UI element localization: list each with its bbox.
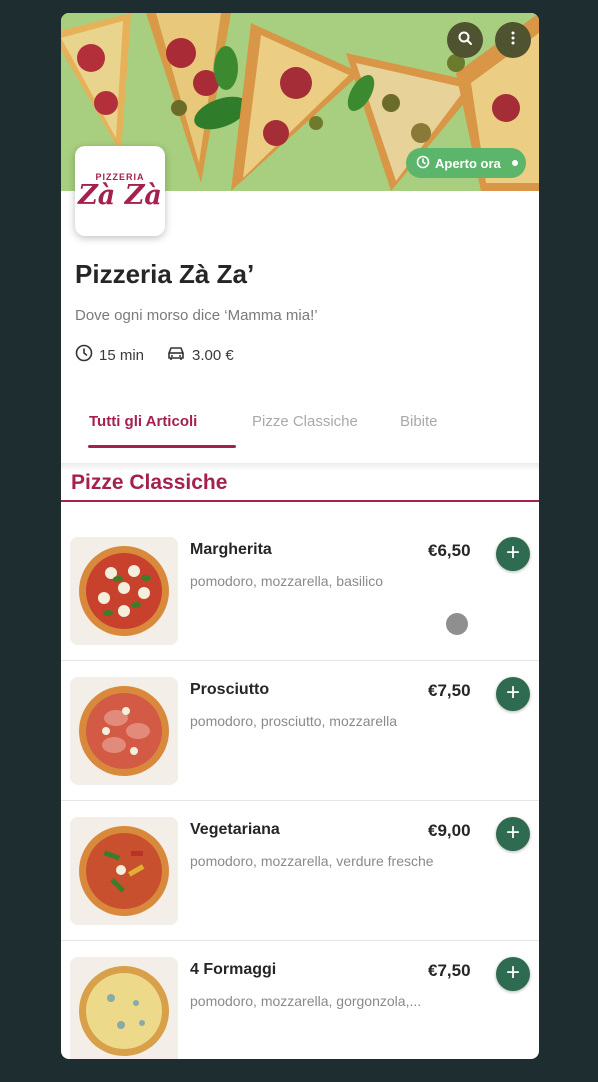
- item-price: €7,50: [428, 681, 471, 700]
- clock-icon: [416, 155, 430, 172]
- add-to-cart-button[interactable]: +: [496, 537, 530, 571]
- plus-icon: +: [505, 959, 520, 986]
- item-price: €6,50: [428, 541, 471, 560]
- item-name: 4 Formaggi: [190, 961, 277, 978]
- plus-icon: +: [505, 679, 520, 706]
- status-dot: [511, 160, 518, 166]
- tab-drinks[interactable]: Bibite: [400, 413, 438, 430]
- category-tabs: Tutti gli Articoli Pizze Classiche Bibit…: [61, 405, 539, 449]
- item-name: Vegetariana: [190, 821, 280, 838]
- pizza-image: [70, 817, 178, 925]
- restaurant-name: Pizzeria Zà Za’: [75, 259, 255, 289]
- status-badge: Aperto ora: [406, 148, 526, 178]
- active-tab-indicator: [88, 445, 236, 448]
- status-badge-label: Aperto ora: [435, 155, 501, 171]
- search-icon: [457, 30, 473, 51]
- touch-indicator: [446, 613, 468, 635]
- item-price: €9,00: [428, 821, 471, 840]
- more-vertical-icon: [505, 30, 521, 51]
- search-button[interactable]: [447, 22, 483, 58]
- delivery-fee: 3.00 €: [192, 346, 234, 364]
- menu-item[interactable]: 4 Formaggi pomodoro, mozzarella, gorgonz…: [61, 941, 539, 1059]
- pizza-image: [70, 537, 178, 645]
- item-name: Margherita: [190, 541, 272, 558]
- item-description: pomodoro, mozzarella, gorgonzola,...: [190, 993, 422, 1009]
- menu-item[interactable]: Vegetariana pomodoro, mozzarella, verdur…: [61, 801, 539, 941]
- plus-icon: +: [505, 819, 520, 846]
- tab-all-items[interactable]: Tutti gli Articoli: [89, 413, 197, 430]
- delivery-info: 15 min 3.00 €: [75, 344, 234, 366]
- plus-icon: +: [505, 539, 520, 566]
- menu-item[interactable]: Margherita pomodoro, mozzarella, basilic…: [61, 521, 539, 661]
- menu-item[interactable]: Prosciutto pomodoro, prosciutto, mozzare…: [61, 661, 539, 801]
- logo-line2: Zà Zà: [78, 180, 162, 211]
- delivery-time: 15 min: [99, 346, 145, 364]
- divider: [61, 463, 539, 471]
- pizza-image: [70, 677, 178, 785]
- more-options-button[interactable]: [495, 22, 531, 58]
- item-name: Prosciutto: [190, 681, 270, 698]
- add-to-cart-button[interactable]: +: [496, 957, 530, 991]
- tab-classic-pizzas[interactable]: Pizze Classiche: [252, 413, 358, 430]
- app-screen: Aperto ora PIZZERIA Zà Zà Pizzeria Zà Za…: [61, 13, 539, 1059]
- item-price: €7,50: [428, 961, 471, 980]
- item-description: pomodoro, prosciutto, mozzarella: [190, 713, 397, 729]
- item-description: pomodoro, mozzarella, basilico: [190, 573, 383, 589]
- clock-icon: [75, 344, 93, 366]
- section-divider: [61, 500, 539, 502]
- add-to-cart-button[interactable]: +: [496, 677, 530, 711]
- restaurant-logo: PIZZERIA Zà Zà: [75, 146, 165, 236]
- item-description: pomodoro, mozzarella, verdure fresche: [190, 853, 434, 869]
- section-title: Pizze Classiche: [71, 471, 228, 494]
- restaurant-tagline: Dove ogni morso dice ‘Mamma mia!’: [75, 307, 318, 324]
- delivery-car-icon: [166, 344, 186, 366]
- add-to-cart-button[interactable]: +: [496, 817, 530, 851]
- pizza-image: [70, 957, 178, 1059]
